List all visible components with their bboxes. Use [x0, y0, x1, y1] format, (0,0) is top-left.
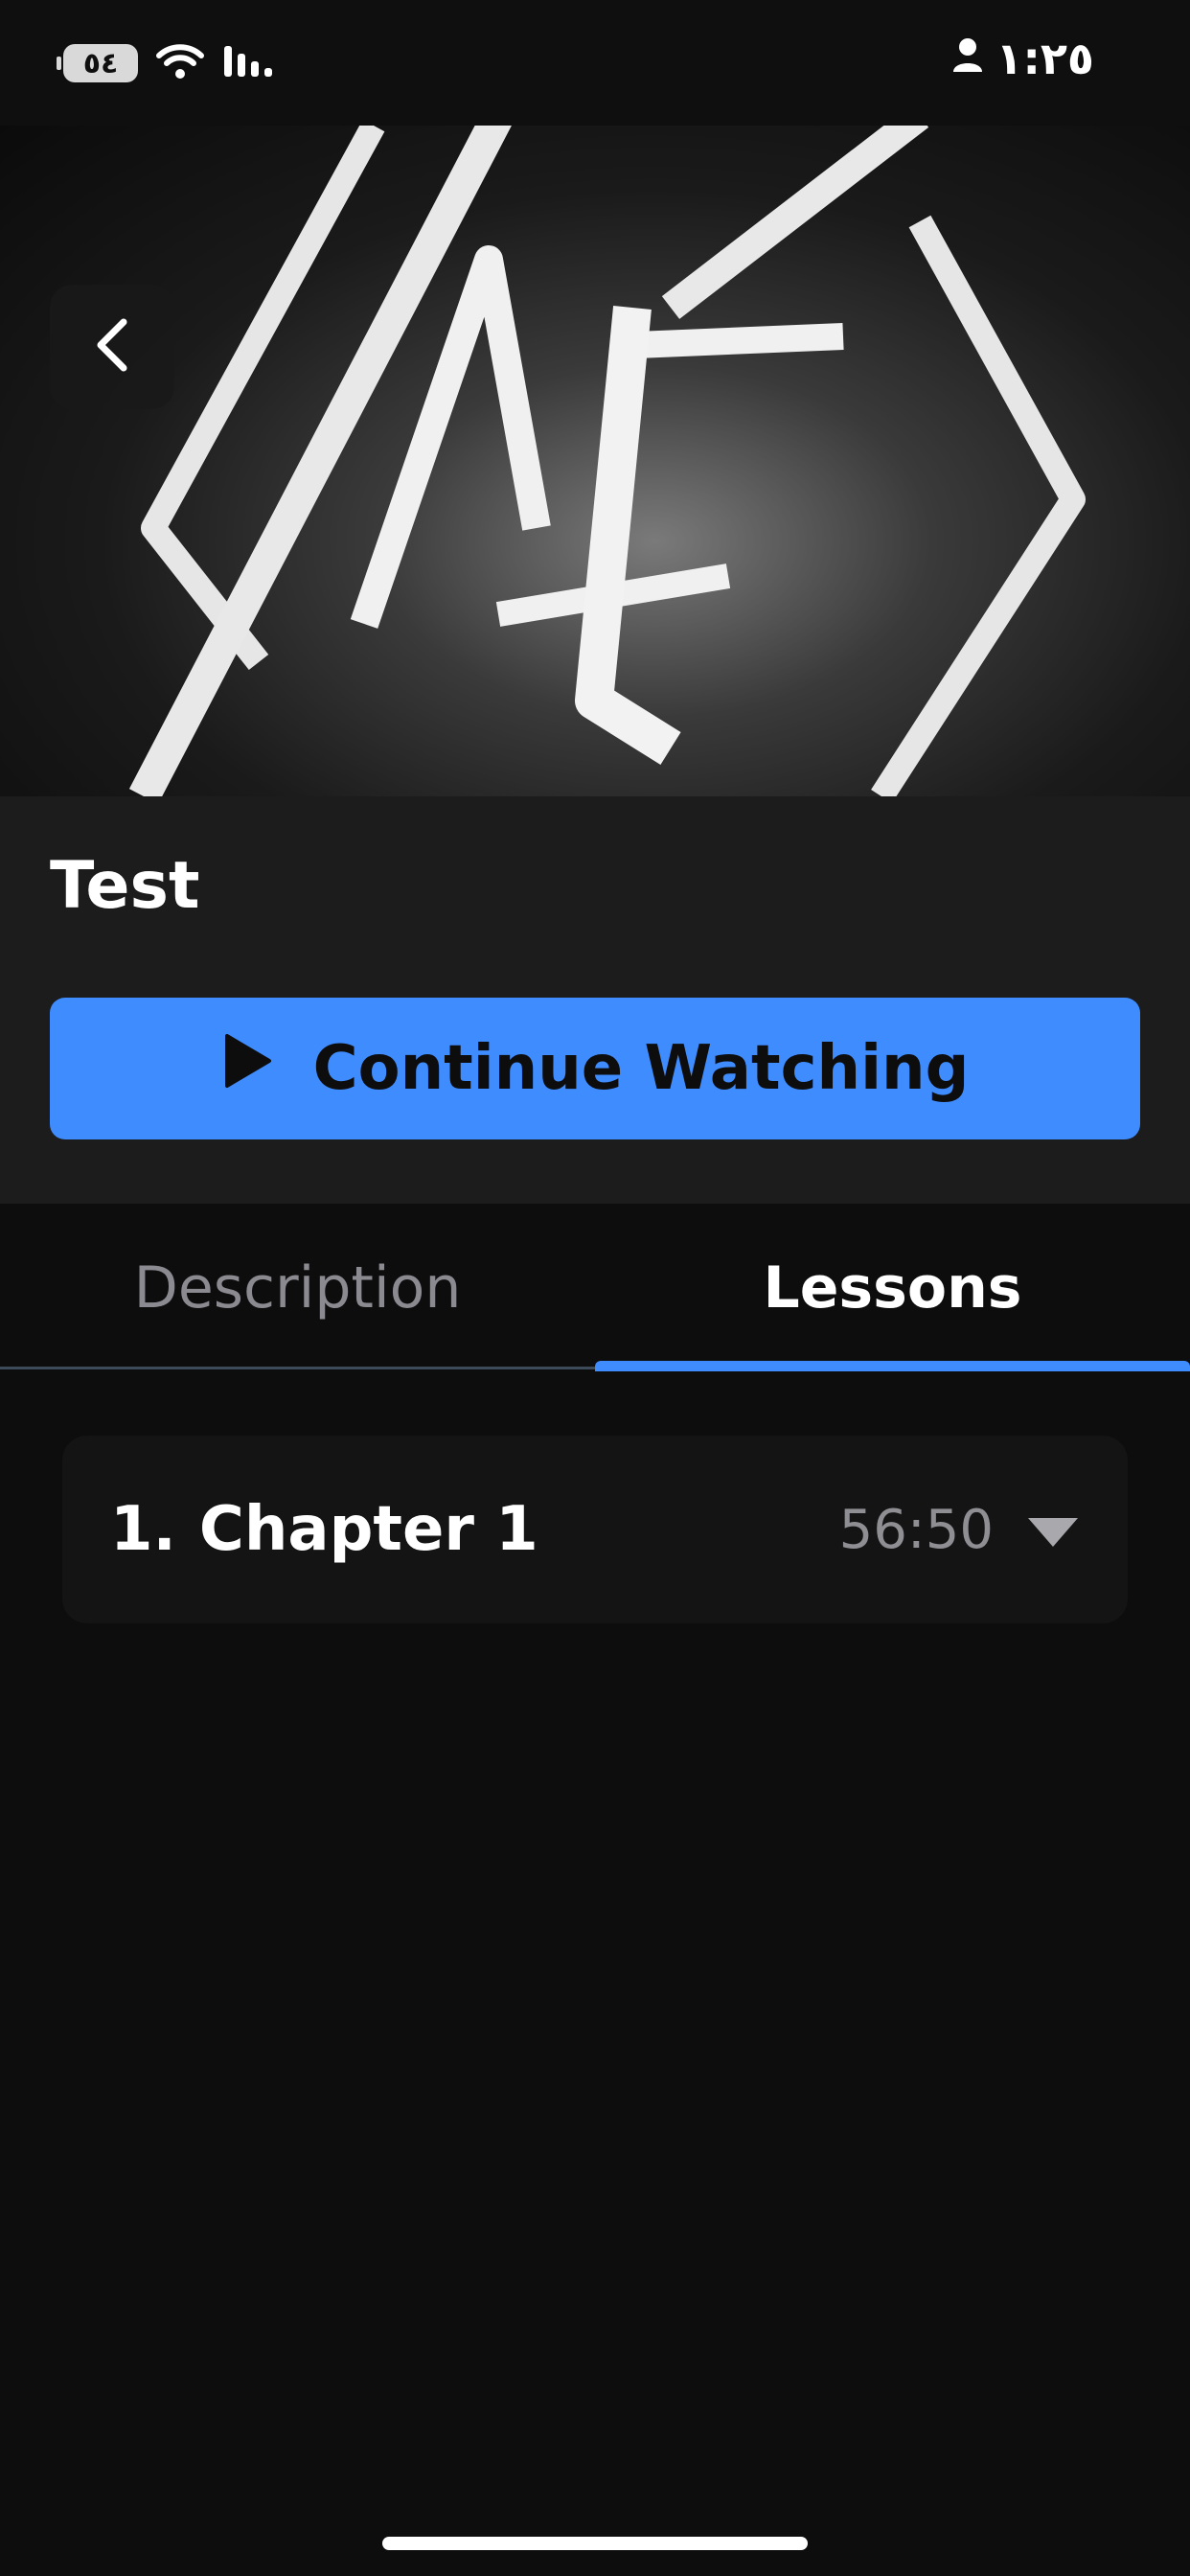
- course-tabs: Description Lessons: [0, 1204, 1190, 1371]
- home-indicator: [382, 2537, 808, 2550]
- status-left-group: ٥٤: [57, 42, 278, 84]
- battery-icon: ٥٤: [57, 44, 138, 82]
- chevron-left-icon: [91, 316, 133, 378]
- chapter-title: Chapter 1: [198, 1494, 538, 1565]
- person-icon: [951, 33, 984, 84]
- status-time: ١:٢٥: [995, 33, 1094, 84]
- chapter-number: 1.: [110, 1494, 176, 1565]
- caret-down-icon[interactable]: [1028, 1518, 1078, 1547]
- continue-watching-label: Continue Watching: [312, 1033, 970, 1104]
- signal-icon: [222, 42, 278, 84]
- course-info-panel: Test Continue Watching: [0, 796, 1190, 1204]
- course-title: Test: [50, 848, 200, 924]
- wifi-icon: [155, 42, 205, 84]
- course-cover-image: [0, 126, 1190, 796]
- battery-level: ٥٤: [82, 46, 119, 80]
- continue-watching-button[interactable]: Continue Watching: [50, 998, 1140, 1139]
- status-bar: ٥٤ ١:٢٥: [0, 0, 1190, 126]
- status-right-group: ١:٢٥: [951, 33, 1094, 84]
- chapter-item[interactable]: 1. Chapter 1 56:50: [62, 1436, 1128, 1623]
- chapter-duration: 56:50: [838, 1498, 994, 1561]
- af-logo: [128, 126, 1086, 796]
- active-tab-indicator: [595, 1361, 1190, 1371]
- back-button[interactable]: [50, 285, 174, 409]
- play-icon: [221, 1032, 273, 1105]
- tab-description[interactable]: Description: [0, 1204, 595, 1371]
- chapter-title-group: 1. Chapter 1: [110, 1436, 538, 1623]
- tab-lessons[interactable]: Lessons: [595, 1204, 1190, 1371]
